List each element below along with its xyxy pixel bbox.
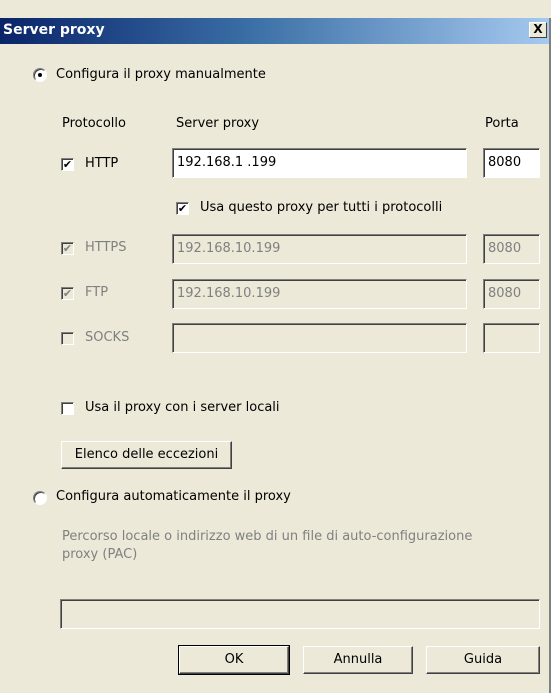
http-port-input[interactable]: 8080 bbox=[483, 148, 540, 178]
http-checkbox[interactable]: ✔ bbox=[61, 158, 74, 171]
https-checkbox[interactable]: ✔ bbox=[61, 242, 74, 255]
manual-config-radio[interactable] bbox=[33, 68, 47, 82]
socks-checkbox[interactable] bbox=[61, 332, 74, 345]
https-server-input[interactable]: 192.168.10.199 bbox=[172, 234, 467, 264]
pac-url-input[interactable] bbox=[60, 599, 540, 629]
local-servers-label[interactable]: Usa il proxy con i server locali bbox=[85, 400, 280, 415]
title-bar[interactable]: Server proxy X bbox=[0, 18, 551, 44]
auto-config-label[interactable]: Configura automaticamente il proxy bbox=[56, 489, 291, 504]
http-server-input[interactable]: 192.168.1 .199 bbox=[172, 148, 467, 178]
https-label[interactable]: HTTPS bbox=[85, 240, 127, 255]
protocol-header: Protocollo bbox=[62, 116, 126, 131]
pac-description-line2: proxy (PAC) bbox=[62, 547, 138, 562]
use-for-all-label[interactable]: Usa questo proxy per tutti i protocolli bbox=[200, 200, 442, 215]
port-header: Porta bbox=[485, 116, 519, 131]
manual-config-label[interactable]: Configura il proxy manualmente bbox=[56, 67, 266, 82]
auto-config-radio[interactable] bbox=[33, 491, 47, 505]
ftp-server-input[interactable]: 192.168.10.199 bbox=[172, 279, 467, 309]
local-servers-checkbox[interactable] bbox=[61, 402, 74, 415]
close-button[interactable]: X bbox=[529, 22, 547, 38]
proxy-dialog: Server proxy X Configura il proxy manual… bbox=[0, 0, 551, 693]
ftp-checkbox[interactable]: ✔ bbox=[61, 287, 74, 300]
close-icon: X bbox=[533, 22, 543, 36]
socks-label[interactable]: SOCKS bbox=[85, 330, 129, 345]
pac-description-line1: Percorso locale o indirizzo web di un fi… bbox=[62, 529, 473, 544]
ftp-label[interactable]: FTP bbox=[85, 285, 108, 300]
ftp-port-input[interactable]: 8080 bbox=[483, 279, 540, 309]
http-label[interactable]: HTTP bbox=[85, 156, 118, 171]
https-port-input[interactable]: 8080 bbox=[483, 234, 540, 264]
ok-button[interactable]: OK bbox=[178, 645, 290, 675]
cancel-button[interactable]: Annulla bbox=[303, 646, 413, 674]
server-header: Server proxy bbox=[176, 116, 260, 131]
exceptions-button[interactable]: Elenco delle eccezioni bbox=[61, 441, 232, 469]
use-for-all-checkbox[interactable]: ✔ bbox=[176, 202, 189, 215]
socks-server-input[interactable] bbox=[172, 323, 467, 353]
window-title: Server proxy bbox=[3, 22, 105, 38]
socks-port-input[interactable] bbox=[483, 323, 540, 353]
help-button[interactable]: Guida bbox=[426, 646, 540, 674]
